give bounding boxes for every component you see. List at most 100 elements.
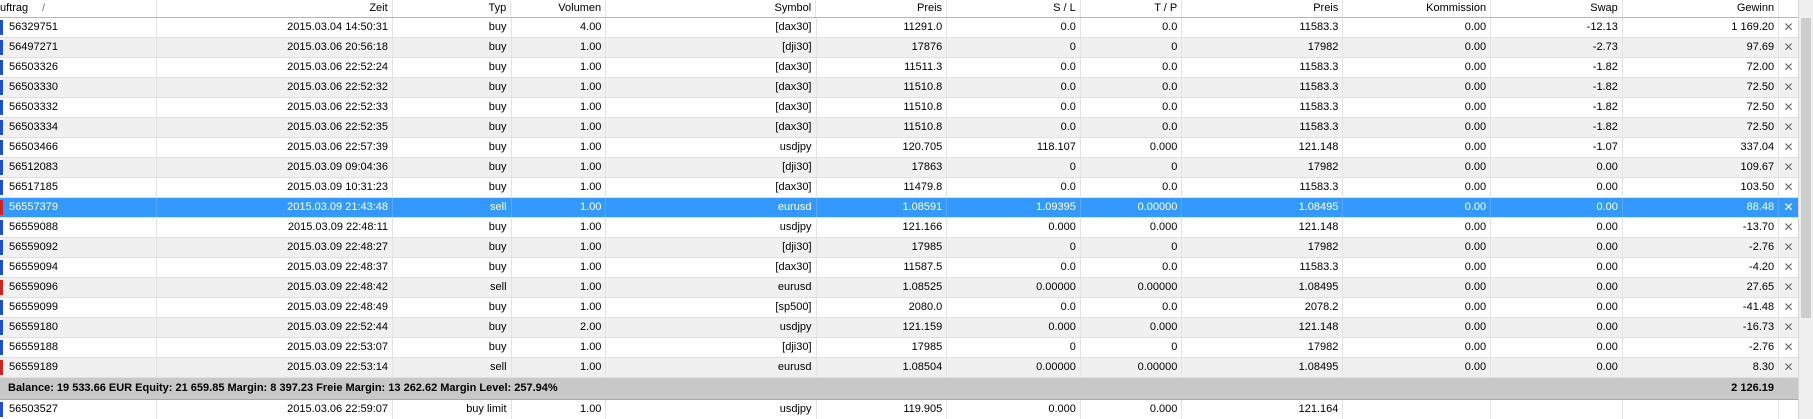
cell-time: 2015.03.09 22:53:14 xyxy=(157,358,394,377)
cell-order: 56559094 xyxy=(0,258,158,277)
column-header-order[interactable]: uftrag / xyxy=(0,0,158,17)
column-header-price[interactable]: Preis xyxy=(816,0,948,17)
close-icon[interactable]: ✕ xyxy=(1784,120,1794,134)
cell-symbol: [dax30] xyxy=(606,18,817,37)
cell-commission: 0.00 xyxy=(1343,298,1492,317)
trade-row[interactable]: 56503334 2015.03.06 22:52:35 buy 1.00 [dax30… xyxy=(0,118,1798,138)
order-type-marker-icon xyxy=(0,120,3,135)
cell-profit: -4.20 xyxy=(1623,258,1780,277)
pending-order-row[interactable]: 56503527 2015.03.06 22:59:07 buy limit 1.00… xyxy=(0,400,1798,419)
cell-sl: 118.107 xyxy=(947,138,1081,157)
trade-row[interactable]: 56559088 2015.03.09 22:48:11 buy 1.00 usdjpy… xyxy=(0,218,1798,238)
cell-profit: -41.48 xyxy=(1623,298,1780,317)
column-header-take-profit[interactable]: T / P xyxy=(1081,0,1183,17)
cell-profit: 72.50 xyxy=(1623,78,1780,97)
close-position-cell: ✕ xyxy=(1779,78,1798,97)
cell-type: buy xyxy=(393,178,512,197)
column-header-time[interactable]: Zeit xyxy=(157,0,393,17)
cell-price: 11510.8 xyxy=(817,78,948,97)
close-icon[interactable]: ✕ xyxy=(1784,180,1794,194)
close-position-cell: ✕ xyxy=(1779,258,1798,277)
cell-price2: 11583.3 xyxy=(1182,118,1344,137)
cell-symbol: [dax30] xyxy=(606,258,817,277)
close-position-cell: ✕ xyxy=(1779,18,1798,37)
close-icon[interactable]: ✕ xyxy=(1784,320,1794,334)
close-icon[interactable]: ✕ xyxy=(1784,100,1794,114)
close-icon[interactable]: ✕ xyxy=(1784,280,1794,294)
trade-row[interactable]: 56557379 2015.03.09 21:43:48 sell 1.00 eurus… xyxy=(0,198,1798,218)
cell-swap: 0.00 xyxy=(1491,278,1623,297)
column-header-current-price[interactable]: Preis xyxy=(1182,0,1344,17)
cell-type: buy xyxy=(393,258,512,277)
cell-type: sell xyxy=(393,198,512,217)
cell-sl: 0 xyxy=(947,338,1081,357)
cell-price: 121.159 xyxy=(817,318,948,337)
cell-sl: 0.0 xyxy=(947,18,1081,37)
trade-row[interactable]: 56503466 2015.03.06 22:57:39 buy 1.00 usdjpy… xyxy=(0,138,1798,158)
cell-type: buy xyxy=(393,18,512,37)
cell-time: 2015.03.09 22:48:11 xyxy=(157,218,394,237)
cell-order: 56559096 xyxy=(0,278,158,297)
column-header-swap[interactable]: Swap xyxy=(1491,0,1623,17)
trade-row[interactable]: 56329751 2015.03.04 14:50:31 buy 4.00 [dax30… xyxy=(0,18,1798,38)
trade-row[interactable]: 56559188 2015.03.09 22:53:07 buy 1.00 [dji30… xyxy=(0,338,1798,358)
cell-time: 2015.03.09 22:52:44 xyxy=(157,318,394,337)
close-icon[interactable]: ✕ xyxy=(1784,300,1794,314)
trade-row[interactable]: 56559189 2015.03.09 22:53:14 sell 1.00 eurus… xyxy=(0,358,1798,378)
close-icon[interactable]: ✕ xyxy=(1784,220,1794,234)
trade-row[interactable]: 56559094 2015.03.09 22:48:37 buy 1.00 [dax30… xyxy=(0,258,1798,278)
trade-row[interactable]: 56559180 2015.03.09 22:52:44 buy 2.00 usdjpy… xyxy=(0,318,1798,338)
trade-row[interactable]: 56559096 2015.03.09 22:48:42 sell 1.00 eurus… xyxy=(0,278,1798,298)
cell-profit: -16.73 xyxy=(1623,318,1780,337)
cell-sl: 0 xyxy=(947,38,1081,57)
close-icon[interactable]: ✕ xyxy=(1784,360,1794,374)
cell-order: 56559180 xyxy=(0,318,158,337)
trade-row[interactable]: 56503332 2015.03.06 22:52:33 buy 1.00 [dax30… xyxy=(0,98,1798,118)
close-icon[interactable]: ✕ xyxy=(1784,340,1794,354)
close-icon[interactable]: ✕ xyxy=(1784,80,1794,94)
trade-row[interactable]: 56559099 2015.03.09 22:48:49 buy 1.00 [sp500… xyxy=(0,298,1798,318)
cell-volume: 2.00 xyxy=(512,318,607,337)
cell-tp: 0 xyxy=(1081,38,1183,57)
column-header-volume[interactable]: Volumen xyxy=(511,0,607,17)
column-header-commission[interactable]: Kommission xyxy=(1343,0,1492,17)
close-icon[interactable]: ✕ xyxy=(1784,20,1794,34)
close-icon[interactable]: ✕ xyxy=(1784,260,1794,274)
cell-swap: -1.07 xyxy=(1491,138,1623,157)
column-header-type[interactable]: Typ xyxy=(393,0,512,17)
cell-price: 17985 xyxy=(817,338,948,357)
trade-row[interactable]: 56497271 2015.03.06 20:56:18 buy 1.00 [dji30… xyxy=(0,38,1798,58)
trade-row[interactable]: 56503330 2015.03.06 22:52:32 buy 1.00 [dax30… xyxy=(0,78,1798,98)
trade-row[interactable]: 56559092 2015.03.09 22:48:27 buy 1.00 [dji30… xyxy=(0,238,1798,258)
trade-row[interactable]: 56512083 2015.03.09 09:04:36 buy 1.00 [dji30… xyxy=(0,158,1798,178)
cell-price: 1.08504 xyxy=(817,358,948,377)
column-header-symbol[interactable]: Symbol xyxy=(606,0,817,17)
trade-row[interactable]: 56517185 2015.03.09 10:31:23 buy 1.00 [dax30… xyxy=(0,178,1798,198)
cell-swap xyxy=(1491,400,1623,419)
close-icon[interactable]: ✕ xyxy=(1784,60,1794,74)
vertical-scrollbar[interactable] xyxy=(1798,0,1813,419)
close-icon[interactable]: ✕ xyxy=(1784,200,1794,214)
close-icon[interactable]: ✕ xyxy=(1784,140,1794,154)
cell-price2: 11583.3 xyxy=(1182,18,1344,37)
cell-price2: 121.148 xyxy=(1182,218,1344,237)
cell-time: 2015.03.04 14:50:31 xyxy=(157,18,394,37)
cell-commission: 0.00 xyxy=(1343,38,1492,57)
cell-sl: 0.0 xyxy=(947,98,1081,117)
cell-tp: 0 xyxy=(1081,158,1183,177)
close-position-cell: ✕ xyxy=(1779,218,1798,237)
cell-tp: 0.0 xyxy=(1081,258,1183,277)
cell-time: 2015.03.09 22:48:27 xyxy=(157,238,394,257)
scrollbar-thumb[interactable] xyxy=(1801,18,1811,318)
cell-volume: 1.00 xyxy=(512,198,607,217)
cell-type: sell xyxy=(393,358,512,377)
close-icon[interactable]: ✕ xyxy=(1784,40,1794,54)
cell-volume: 1.00 xyxy=(512,138,607,157)
column-header-profit[interactable]: Gewinn xyxy=(1623,0,1780,17)
trade-row[interactable]: 56503326 2015.03.06 22:52:24 buy 1.00 [dax30… xyxy=(0,58,1798,78)
close-icon[interactable]: ✕ xyxy=(1784,240,1794,254)
column-header-stop-loss[interactable]: S / L xyxy=(947,0,1081,17)
cell-sl: 0.0 xyxy=(947,58,1081,77)
cell-volume: 1.00 xyxy=(512,98,607,117)
close-icon[interactable]: ✕ xyxy=(1784,160,1794,174)
